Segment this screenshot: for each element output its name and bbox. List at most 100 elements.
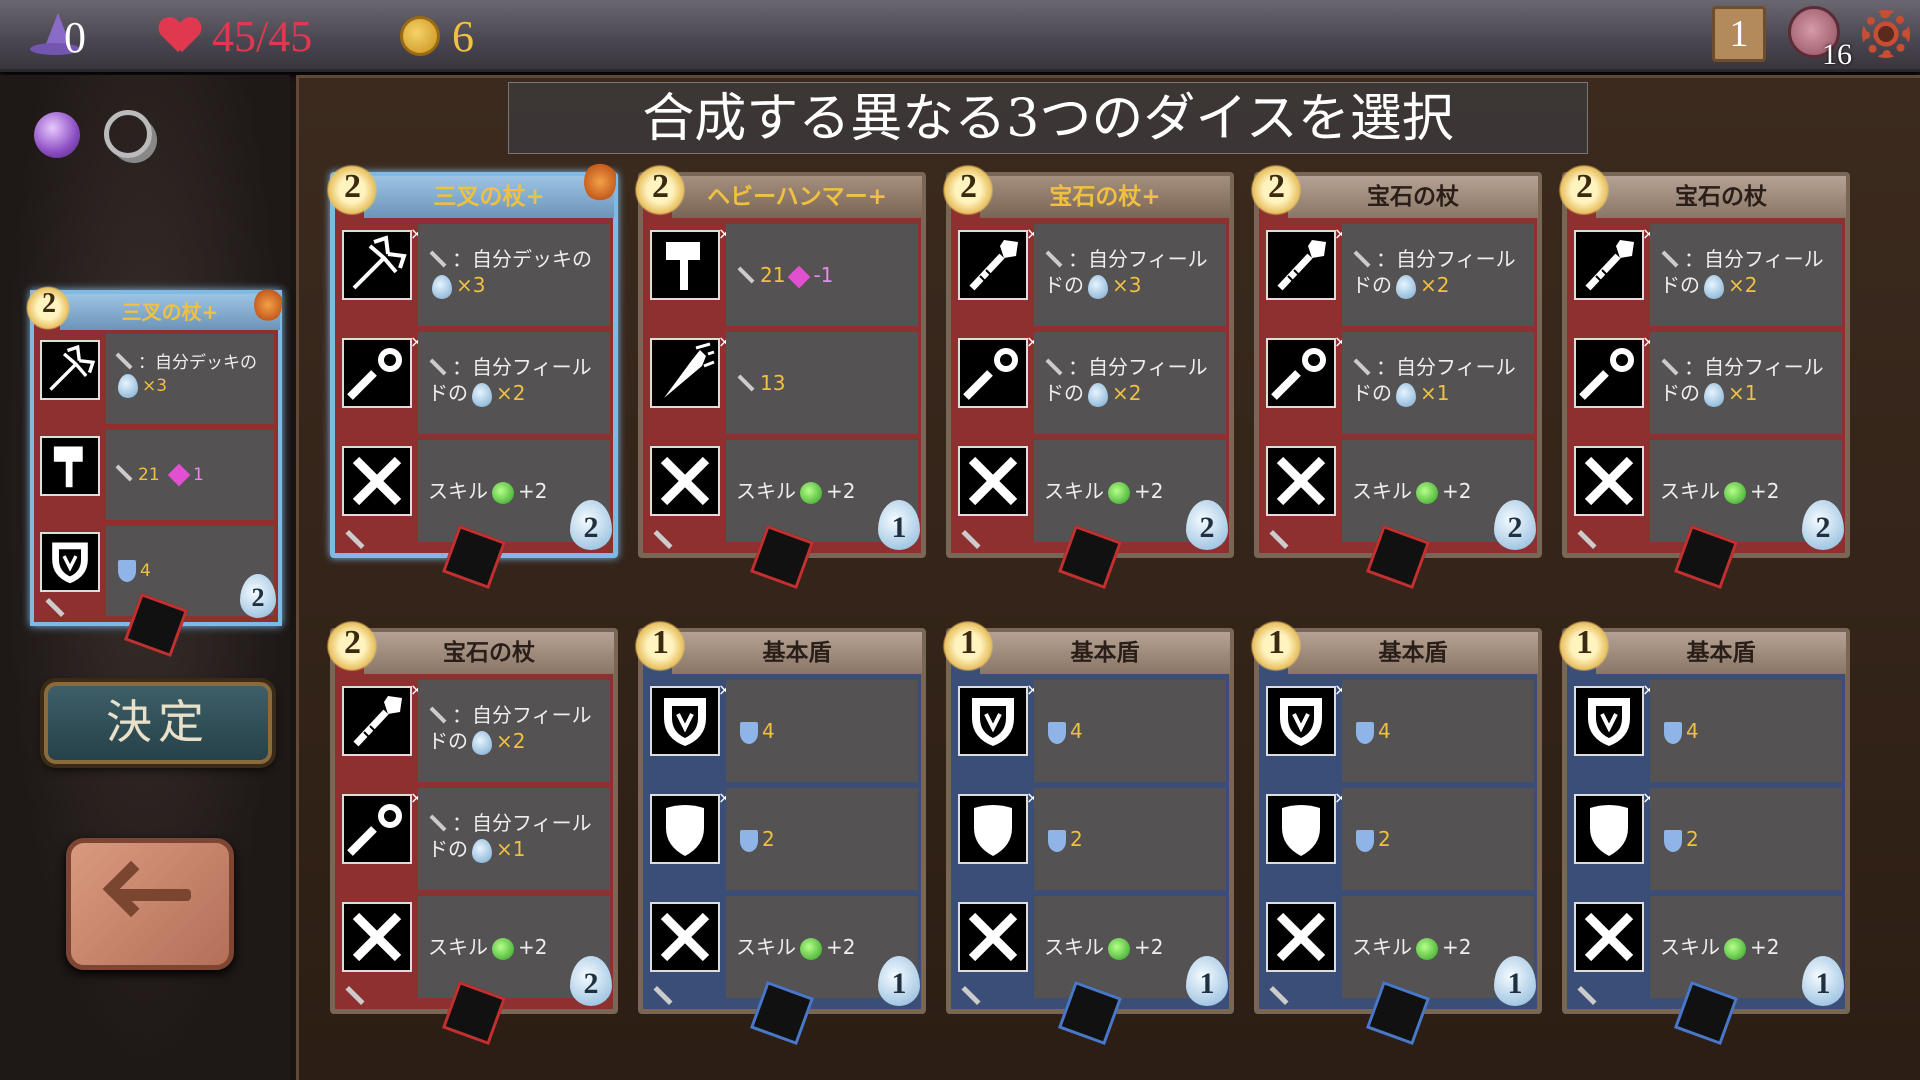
sword-icon: [1045, 358, 1063, 375]
face-description: 4: [1342, 680, 1534, 782]
card-name: 基本盾: [672, 632, 922, 674]
top-bar: 0 45/45 6 1 16: [0, 0, 1920, 72]
defense-value: 2: [1686, 827, 1699, 851]
card-name: 宝石の杖+: [980, 176, 1230, 218]
mana-drop-icon: [1396, 382, 1416, 407]
back-button[interactable]: [66, 838, 234, 970]
face-description: 2: [1034, 788, 1226, 890]
dice-card[interactable]: 宝石の杖2×3：自分フィールドの×2×2：自分フィールドの×1スキル+22: [322, 616, 618, 1046]
dice-card[interactable]: 宝石の杖+2×3：自分フィールドの×3×2：自分フィールドの×2スキル+22: [938, 160, 1234, 590]
spiked-club-icon: [650, 338, 720, 408]
sword-icon: [429, 706, 447, 723]
defense-value: 4: [1070, 719, 1083, 743]
attack-value: 21: [760, 263, 786, 287]
face-description: ：自分フィール ドの ×2: [1034, 332, 1226, 434]
dice-card[interactable]: ヘビーハンマー+2×321-1×213スキル+21: [630, 160, 926, 590]
sword-icon: [429, 358, 447, 375]
defense-value: 4: [1686, 719, 1699, 743]
skill-value: +2: [1442, 935, 1472, 959]
shield-icon: [1574, 794, 1644, 864]
gem-value: -1: [813, 263, 834, 287]
magic-stat: 0: [30, 8, 86, 64]
dice-card[interactable]: 三叉の杖+2×3：自分デッキの×3×2：自分フィールドの×2スキル+22: [322, 160, 618, 590]
green-orb-icon: [492, 481, 514, 504]
dice-card[interactable]: 基本盾1×34×22スキル+21: [1246, 616, 1542, 1046]
face-description: 2: [1650, 788, 1842, 890]
mace-icon: [958, 338, 1028, 408]
face-description: 2: [1342, 788, 1534, 890]
mana-drop-icon: [472, 838, 492, 863]
skill-label: スキル: [736, 935, 796, 959]
dice-card[interactable]: 基本盾1×34×22スキル+21: [630, 616, 926, 1046]
leaf-icon: [584, 162, 616, 202]
crest-shield-icon: [1574, 686, 1644, 756]
card-level: 2: [960, 168, 977, 205]
settings-gear-icon[interactable]: [1862, 10, 1910, 58]
face-text-2: ドの: [1044, 273, 1084, 297]
ring-icon[interactable]: [104, 110, 152, 158]
mana-drop-icon: [1088, 382, 1108, 407]
card-name: 三叉の杖+: [364, 176, 614, 218]
skill-value: +2: [826, 935, 856, 959]
gem-staff-icon: [1266, 230, 1336, 300]
defense-icon: [1356, 829, 1374, 852]
defense-value: 2: [1070, 827, 1083, 851]
face-amount: ×1: [1728, 381, 1758, 405]
crystal-ball-icon[interactable]: [34, 112, 80, 158]
hammer-icon: [40, 436, 100, 496]
face-text: ：自分フィール: [1684, 355, 1824, 379]
selected-dice-preview[interactable]: 三叉の杖+ 2 ×3 ：自分デッキの ×3 ×2 21 1 4 2: [22, 282, 282, 658]
dice-face: ×22: [1266, 788, 1536, 890]
defense-value: 4: [762, 719, 775, 743]
gem-staff-icon: [342, 686, 412, 756]
dice-face: ×34: [1574, 680, 1844, 782]
face-amount: ×2: [496, 729, 526, 753]
dice-card[interactable]: 宝石の杖2×3：自分フィールドの×2×2：自分フィールドの×1スキル+22: [1246, 160, 1542, 590]
skill-value: +2: [826, 479, 856, 503]
defense-value: 4: [140, 561, 151, 581]
defense-icon: [118, 560, 136, 582]
mana-drop-icon: [1704, 382, 1724, 407]
green-orb-icon: [800, 481, 822, 504]
green-orb-icon: [492, 937, 514, 960]
decide-button[interactable]: 決定: [44, 682, 272, 764]
defense-icon: [1048, 721, 1066, 744]
heart-icon: [160, 18, 200, 54]
face-amount: ×2: [496, 381, 526, 405]
dice-card[interactable]: 宝石の杖2×3：自分フィールドの×2×2：自分フィールドの×1スキル+22: [1554, 160, 1850, 590]
skill-label: スキル: [736, 479, 796, 503]
leaf-icon: [254, 288, 282, 322]
gem-icon: [788, 265, 811, 288]
face-text: ：自分フィール: [1376, 247, 1516, 271]
sword-icon: [429, 814, 447, 831]
face-description: ：自分フィール ドの ×1: [1650, 332, 1842, 434]
cross-icon: [1574, 902, 1644, 972]
cross-icon: [1266, 446, 1336, 516]
face-description: ：自分デッキの ×3: [106, 334, 274, 424]
gem-staff-icon: [1574, 230, 1644, 300]
face-description: ：自分フィール ドの ×2: [1650, 224, 1842, 326]
cross-icon: [650, 446, 720, 516]
skill-value: +2: [1750, 935, 1780, 959]
back-arrow-shaft: [115, 889, 191, 901]
face-description: ：自分フィール ドの ×2: [418, 332, 610, 434]
face-text-2: ドの: [1044, 381, 1084, 405]
map-book-button[interactable]: 1: [1712, 6, 1766, 62]
face-amount: ×3: [1112, 273, 1142, 297]
face-text-2: ドの: [1352, 273, 1392, 297]
card-level: 2: [344, 624, 361, 661]
hp-value: 45/45: [212, 11, 313, 61]
sword-icon: [115, 352, 133, 370]
dice-card[interactable]: 基本盾1×34×22スキル+21: [1554, 616, 1850, 1046]
dice-card[interactable]: 基本盾1×34×22スキル+21: [938, 616, 1234, 1046]
title-banner: 合成する異なる3つのダイスを選択: [508, 82, 1588, 154]
card-level: 1: [960, 624, 977, 661]
card-level: 1: [1576, 624, 1593, 661]
defense-value: 2: [1378, 827, 1391, 851]
dice-face: ×3：自分フィールドの×2: [1266, 224, 1536, 326]
dice-face: ×3：自分フィールドの ×3: [958, 224, 1228, 326]
face-amount: ×2: [1728, 273, 1758, 297]
face-text-2: ドの: [1660, 273, 1700, 297]
face-description: 21 -1: [726, 224, 918, 326]
sword-icon: [737, 374, 755, 391]
